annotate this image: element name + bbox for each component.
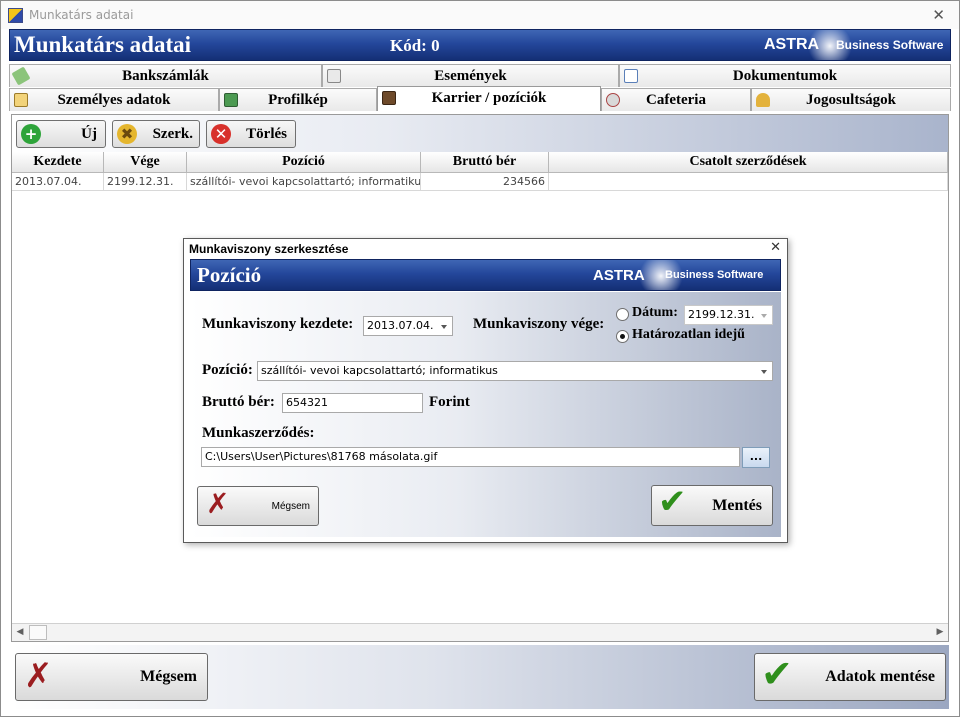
brand-logo: ASTRA	[593, 267, 645, 284]
delete-button-label: Törlés	[246, 126, 287, 142]
dialog-banner: Pozíció ASTRA Business Software	[190, 259, 781, 291]
indefinite-radio-label: Határozatlan idejű	[632, 327, 745, 342]
edit-employment-dialog: Munkaviszony szerkesztése ✕ Pozíció ASTR…	[183, 238, 788, 543]
table-cell[interactable]: 2199.12.31.	[104, 173, 187, 191]
tab-label: Bankszámlák	[122, 68, 209, 84]
column-header-csatolt-szerzodesek[interactable]: Csatolt szerződések	[549, 152, 948, 173]
dialog-save-button[interactable]: ✔ Mentés	[651, 482, 773, 526]
save-check-icon: ✔	[658, 482, 687, 522]
tab-label: Cafeteria	[646, 92, 706, 108]
table-cell[interactable]: szállítói- vevoi kapcsolattartó; informa…	[187, 173, 421, 191]
window-title: Munkatárs adatai	[29, 8, 134, 22]
dialog-cancel-button-label: Mégsem	[271, 501, 310, 512]
tab-bankszamlak[interactable]: Bankszámlák	[9, 64, 322, 87]
cancel-button[interactable]: ✗ Mégsem	[15, 653, 208, 701]
scroll-right-icon[interactable]: ▶	[932, 625, 948, 640]
date-radio[interactable]	[616, 308, 629, 321]
id-card-icon	[14, 93, 28, 107]
dialog-cancel-button[interactable]: ✗ Mégsem	[197, 486, 319, 526]
table-cell[interactable]: 234566	[421, 173, 549, 191]
tab-karrier-poziciok[interactable]: Karrier / pozíciók	[377, 86, 601, 111]
toolbar: + Új ✖ Szerk. ✕ Törlés	[12, 115, 948, 152]
new-button-label: Új	[81, 126, 97, 142]
tab-cafeteria[interactable]: Cafeteria	[601, 88, 751, 111]
start-date-label: Munkaviszony kezdete:	[202, 316, 354, 332]
page-title: Munkatárs adatai	[14, 32, 191, 57]
tab-jogosultsagok[interactable]: Jogosultságok	[751, 88, 951, 111]
table-cell[interactable]	[549, 173, 948, 191]
tab-esemenyek[interactable]: Események	[322, 64, 619, 87]
position-select[interactable]: szállítói- vevoi kapcsolattartó; informa…	[257, 361, 773, 381]
tab-dokumentumok[interactable]: Dokumentumok	[619, 64, 951, 87]
bottom-action-bar: ✗ Mégsem ✔ Adatok mentése	[11, 645, 949, 709]
app-icon	[8, 8, 23, 23]
dialog-body: Munkaviszony kezdete: 2013.07.04. Munkav…	[190, 292, 781, 537]
browse-button[interactable]: ...	[742, 447, 770, 468]
tab-label: Személyes adatok	[57, 92, 171, 108]
edit-button[interactable]: ✖ Szerk.	[112, 120, 200, 148]
employee-code: Kód: 0	[390, 36, 440, 55]
title-bar: Munkatárs adatai ✕	[1, 1, 959, 29]
brand-suffix: Business Software	[836, 38, 944, 52]
column-header-vege[interactable]: Vége	[104, 152, 187, 173]
scroll-left-icon[interactable]: ◀	[12, 625, 28, 640]
tab-label: Jogosultságok	[805, 92, 897, 108]
end-date-label: Munkaviszony vége:	[473, 316, 605, 332]
brand-suffix: Business Software	[665, 269, 764, 281]
plus-icon: +	[21, 124, 41, 144]
tab-profilkep[interactable]: Profilkép	[219, 88, 377, 111]
tab-szemelyes-adatok[interactable]: Személyes adatok	[9, 88, 219, 111]
delete-icon: ✕	[211, 124, 231, 144]
tab-label: Profilkép	[268, 92, 328, 108]
key-icon	[756, 93, 770, 107]
column-header-pozicio[interactable]: Pozíció	[187, 152, 421, 173]
window-close-icon[interactable]: ✕	[932, 6, 945, 24]
end-date-picker[interactable]: 2199.12.31.	[684, 305, 773, 325]
tab-label: Dokumentumok	[732, 68, 838, 84]
dialog-close-icon[interactable]: ✕	[770, 240, 781, 255]
dialog-save-button-label: Mentés	[712, 497, 762, 514]
cancel-x-icon: ✗	[206, 487, 230, 520]
delete-button[interactable]: ✕ Törlés	[206, 120, 296, 148]
tools-icon: ✖	[117, 124, 137, 144]
dialog-header-title: Pozíció	[197, 263, 262, 287]
salary-label: Bruttó bér:	[202, 394, 275, 410]
horizontal-scrollbar[interactable]: ◀ ▶	[12, 623, 948, 641]
tab-label: Karrier / pozíciók	[431, 90, 547, 106]
brand-logo: ASTRA	[764, 36, 820, 53]
column-header-kezdete[interactable]: Kezdete	[12, 152, 104, 173]
indefinite-radio[interactable]	[616, 330, 629, 343]
header-banner: Munkatárs adatai Kód: 0 ASTRA Business S…	[9, 29, 951, 61]
main-window: Munkatárs adatai ✕ Munkatárs adatai Kód:…	[0, 0, 960, 717]
picture-icon	[224, 93, 238, 107]
save-data-button-label: Adatok mentése	[825, 668, 935, 685]
save-data-button[interactable]: ✔ Adatok mentése	[754, 652, 946, 701]
cancel-button-label: Mégsem	[140, 668, 197, 685]
career-icon	[382, 91, 396, 105]
contract-label: Munkaszerződés:	[202, 425, 315, 441]
column-header-brutto-ber[interactable]: Bruttó bér	[421, 152, 549, 173]
tab-label: Események	[434, 68, 507, 84]
calendar-icon	[327, 69, 341, 83]
date-radio-label: Dátum:	[632, 305, 678, 320]
dialog-title-bar: Munkaviszony szerkesztése ✕	[184, 239, 787, 258]
save-check-icon: ✔	[761, 652, 793, 696]
salary-input[interactable]: 654321	[282, 393, 423, 413]
cancel-x-icon: ✗	[24, 656, 53, 696]
contract-file-input[interactable]: C:\Users\User\Pictures\81768 másolata.gi…	[201, 447, 740, 467]
position-label: Pozíció:	[202, 362, 253, 378]
start-date-picker[interactable]: 2013.07.04.	[363, 316, 453, 336]
documents-icon	[624, 69, 638, 83]
scroll-thumb[interactable]	[29, 625, 47, 640]
dialog-title: Munkaviszony szerkesztése	[189, 242, 349, 256]
edit-button-label: Szerk.	[152, 126, 193, 142]
money-icon	[11, 66, 31, 86]
currency-label: Forint	[429, 394, 470, 410]
table-cell[interactable]: 2013.07.04.	[12, 173, 104, 191]
new-button[interactable]: + Új	[16, 120, 106, 148]
coffee-icon	[606, 93, 620, 107]
